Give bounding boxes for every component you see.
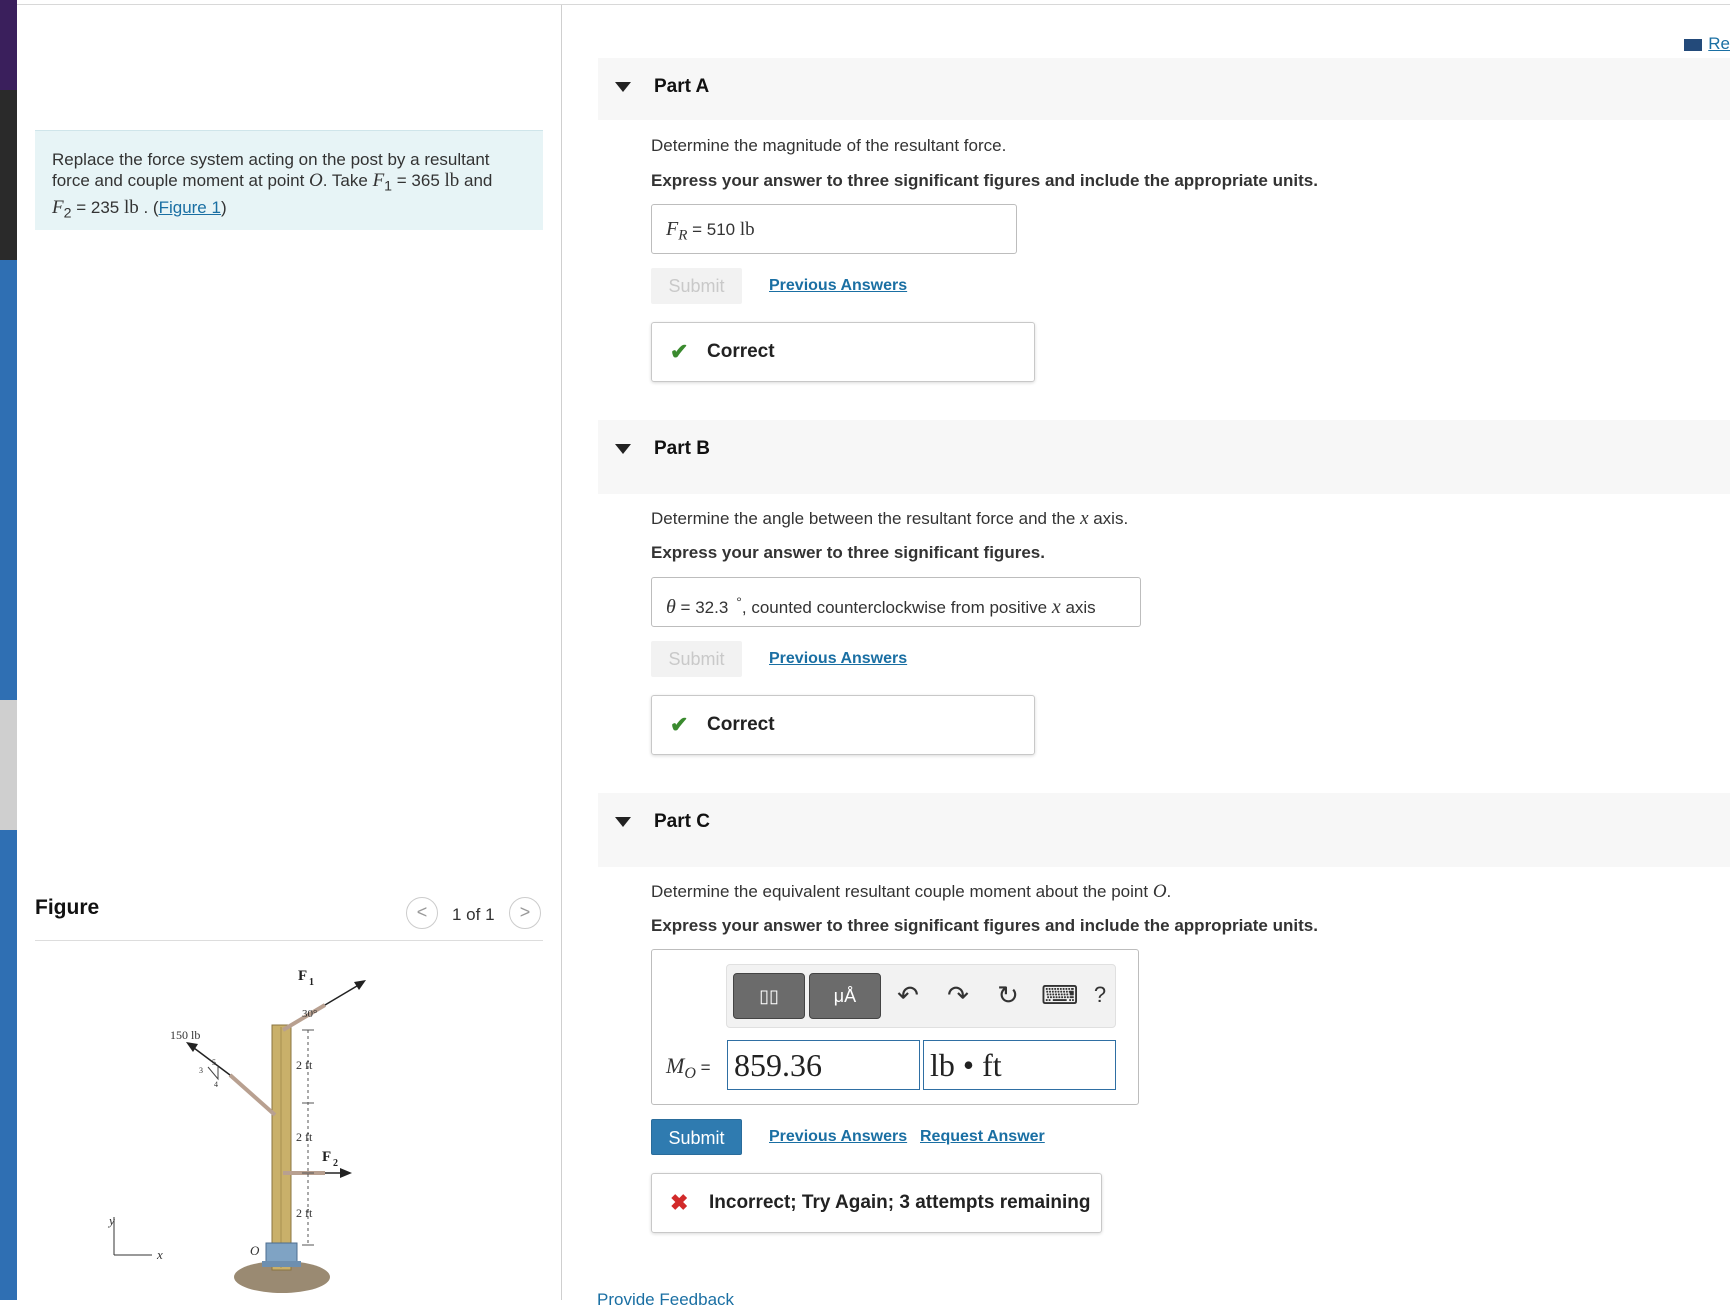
moment-label: MO =: [666, 1053, 711, 1082]
post-force-figure: F 1 30° 150 lb 5 3 4 2 ft 2 ft F 2 2 ft …: [107, 968, 366, 1293]
svg-text:2: 2: [333, 1158, 338, 1169]
part-a-submit-button[interactable]: Submit: [651, 268, 742, 304]
collapse-triangle-icon: [615, 444, 631, 454]
part-c-feedback: ✖ Incorrect; Try Again; 3 attempts remain…: [651, 1173, 1102, 1233]
label-d3: 2 ft: [296, 1206, 313, 1220]
figure-rule: [35, 940, 543, 941]
figure-link[interactable]: Figure 1: [159, 198, 221, 217]
base-plate: [265, 1242, 298, 1264]
label-o: O: [250, 1243, 260, 1258]
undo-icon[interactable]: ↶: [891, 979, 925, 1011]
part-b-instruction: Express your answer to three significant…: [651, 543, 1045, 562]
cross-icon: ✖: [670, 1190, 689, 1215]
part-c-request-answer-link[interactable]: Request Answer: [920, 1128, 1045, 1146]
templates-icon[interactable]: ▯▯: [733, 973, 805, 1019]
svg-text:x: x: [156, 1247, 163, 1262]
book-icon: [1684, 38, 1703, 51]
figure-pager-text: 1 of 1: [452, 905, 495, 924]
part-a-header[interactable]: Part A: [598, 58, 1730, 120]
help-icon[interactable]: ?: [1083, 979, 1117, 1011]
check-icon: ✔: [670, 712, 689, 737]
svg-text:4: 4: [214, 1080, 218, 1089]
collapse-triangle-icon: [615, 82, 631, 92]
collapse-triangle-icon: [615, 817, 631, 827]
part-a-question: Determine the magnitude of the resultant…: [651, 136, 1007, 155]
provide-feedback-link[interactable]: Provide Feedback: [597, 1290, 734, 1310]
svg-text:3: 3: [199, 1066, 203, 1075]
part-c-submit-button[interactable]: Submit: [651, 1119, 742, 1155]
moment-unit-input[interactable]: lb • ft: [923, 1040, 1116, 1090]
top-border: [17, 4, 1730, 5]
reset-icon[interactable]: ↻: [991, 979, 1025, 1011]
part-a-instruction: Express your answer to three significant…: [651, 171, 1318, 190]
label-150lb: 150 lb: [170, 1028, 200, 1042]
keyboard-icon[interactable]: ⌨: [1041, 979, 1079, 1011]
part-c-question: Determine the equivalent resultant coupl…: [651, 881, 1172, 902]
arrow-150: [189, 1044, 231, 1076]
part-a-answer-box: FR = 510 lb: [651, 204, 1017, 254]
part-b-submit-button[interactable]: Submit: [651, 641, 742, 677]
cable-150: [228, 1073, 277, 1117]
label-d2: 2 ft: [296, 1130, 313, 1144]
math-toolbar: ▯▯ μÅ ↶ ↷ ↻ ⌨ ?: [726, 964, 1116, 1028]
label-f2: F: [322, 1149, 331, 1165]
part-a-feedback: ✔ Correct: [651, 322, 1035, 382]
part-c-previous-answers-link[interactable]: Previous Answers: [769, 1128, 907, 1146]
units-icon[interactable]: μÅ: [809, 973, 881, 1019]
figure-title: Figure: [35, 896, 100, 919]
part-b-feedback: ✔ Correct: [651, 695, 1035, 755]
point-o-symbol: O: [309, 170, 323, 191]
part-b-previous-answers-link[interactable]: Previous Answers: [769, 650, 907, 668]
prev-figure-button[interactable]: <: [406, 897, 438, 929]
column-divider: [561, 5, 562, 1300]
check-icon: ✔: [670, 339, 689, 364]
label-f1: F: [298, 968, 307, 984]
moment-value-input[interactable]: 859.36: [727, 1040, 920, 1090]
arrow-f1: [324, 982, 363, 1006]
label-angle: 30°: [302, 1008, 317, 1020]
part-a-previous-answers-link[interactable]: Previous Answers: [769, 277, 907, 295]
part-c-header[interactable]: Part C: [598, 793, 1730, 867]
svg-text:5: 5: [212, 1058, 216, 1067]
svg-text:1: 1: [309, 977, 314, 988]
desktop-edge: [0, 0, 17, 1300]
part-c-answer-editor: ▯▯ μÅ ↶ ↷ ↻ ⌨ ? MO = 859.36 lb • ft: [651, 949, 1139, 1105]
part-c-instruction: Express your answer to three significant…: [651, 916, 1318, 935]
next-figure-button[interactable]: >: [509, 897, 541, 929]
label-d1: 2 ft: [296, 1058, 313, 1072]
redo-icon[interactable]: ↷: [941, 979, 975, 1011]
problem-statement: Replace the force system acting on the p…: [35, 130, 543, 230]
part-b-header[interactable]: Part B: [598, 420, 1730, 494]
part-b-question: Determine the angle between the resultan…: [651, 508, 1129, 529]
svg-text:y: y: [107, 1213, 115, 1228]
resources-link[interactable]: Re: [1684, 34, 1730, 54]
part-b-answer-box: θ = 32.3 °, counted counterclockwise from…: [651, 577, 1141, 627]
